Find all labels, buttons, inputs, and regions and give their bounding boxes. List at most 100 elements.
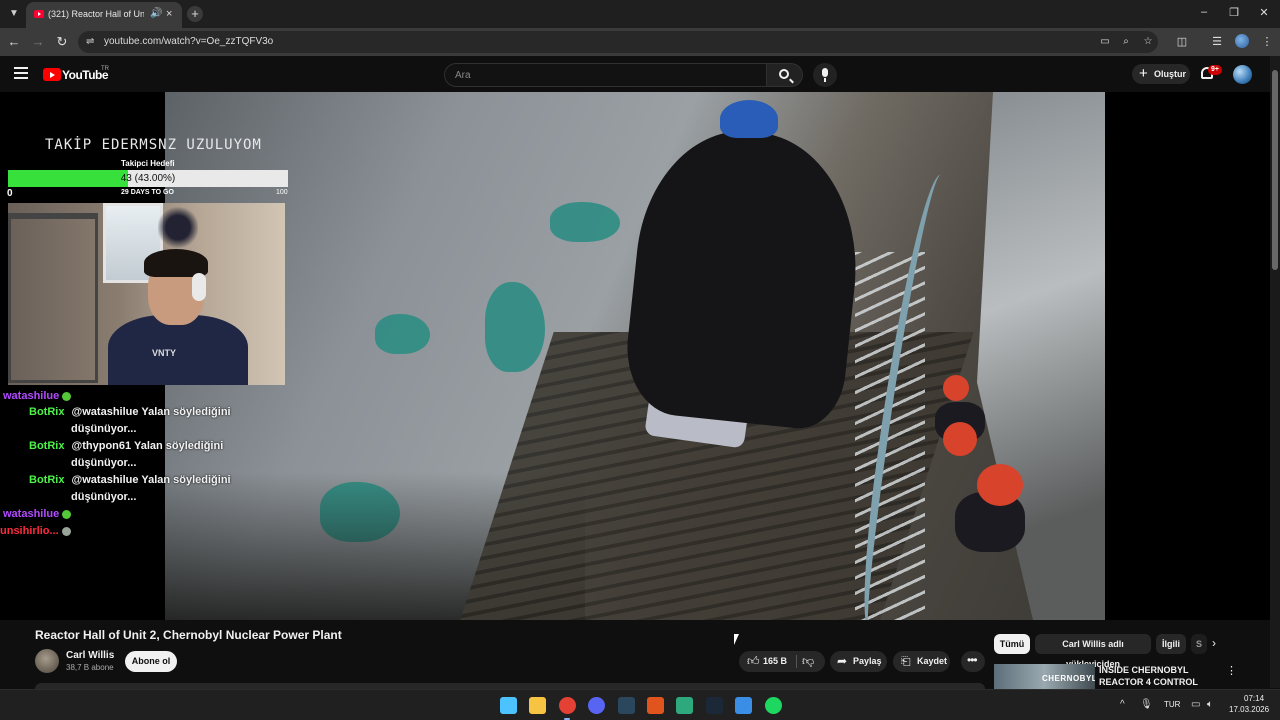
thumbs-up-icon[interactable]: 👍︎ xyxy=(747,654,760,669)
chat-text: @watashilue Yalan söylediğini xyxy=(71,474,231,486)
tab-search-chevron-icon[interactable]: ▼ xyxy=(6,6,22,22)
tray-chevron-icon[interactable]: ^ xyxy=(1120,699,1125,710)
bookmark-star-icon[interactable]: ☆ xyxy=(1141,36,1155,47)
streamer-body xyxy=(108,315,248,385)
voice-search-button[interactable] xyxy=(813,63,837,87)
worker-figure xyxy=(620,121,870,433)
chat-username: BotRix xyxy=(29,440,65,452)
steam-icon-2[interactable] xyxy=(705,697,723,714)
cursor-app-icon[interactable] xyxy=(676,697,694,714)
forward-button[interactable]: → xyxy=(30,34,46,50)
chat-message: watashilue xyxy=(3,506,72,523)
red-helmet xyxy=(943,422,977,456)
chrome-icon[interactable] xyxy=(558,697,576,714)
minimize-button[interactable]: – xyxy=(1196,6,1212,18)
like-divider xyxy=(796,655,797,668)
page-scrollbar-thumb[interactable] xyxy=(1272,70,1278,270)
maximize-button[interactable]: ❐ xyxy=(1226,6,1242,19)
input-language[interactable]: TUR xyxy=(1164,700,1180,709)
recommendation-thumbnail[interactable]: CHERNOBYL xyxy=(994,664,1095,689)
emote-icon xyxy=(62,391,72,401)
share-button[interactable]: ➦ Paylaş xyxy=(830,651,887,672)
zoom-icon[interactable]: ⌕ xyxy=(1119,36,1133,47)
bunk-bed xyxy=(8,213,98,383)
create-button[interactable]: + Oluştur xyxy=(1132,64,1190,84)
youtube-logo-icon[interactable] xyxy=(43,68,61,81)
chat-text-cont: düşünüyor... xyxy=(71,491,137,503)
chip-more[interactable]: S xyxy=(1191,634,1207,654)
like-count[interactable]: 165 B xyxy=(763,656,787,666)
chip-from-uploader[interactable]: Carl Willis adlı yükleyiciden xyxy=(1035,634,1151,669)
save-button[interactable]: ⎗ Kaydet xyxy=(893,651,950,672)
channel-avatar[interactable] xyxy=(35,649,59,673)
chevron-right-icon[interactable]: › xyxy=(1212,636,1216,650)
chip-related[interactable]: İlgili xyxy=(1156,634,1186,654)
search-box[interactable] xyxy=(444,63,767,87)
app-icon[interactable] xyxy=(647,697,664,714)
close-window-button[interactable]: ✕ xyxy=(1256,6,1272,19)
account-avatar[interactable] xyxy=(1233,65,1252,84)
volume-icon[interactable]: 🔈︎ xyxy=(1207,699,1213,710)
share-arrow-icon: ➦ xyxy=(837,654,848,668)
country-code: TR xyxy=(101,66,109,72)
hamburger-menu-icon[interactable] xyxy=(14,67,28,79)
display-icon[interactable]: ▭ xyxy=(1191,699,1200,710)
chat-text-cont: düşünüyor... xyxy=(71,457,137,469)
windows-start-icon[interactable] xyxy=(500,697,517,714)
file-explorer-icon[interactable] xyxy=(529,697,547,714)
red-helmet xyxy=(977,464,1023,506)
channel-name[interactable]: Carl Willis xyxy=(66,650,114,661)
omnibox[interactable]: ⇌ youtube.com/watch?v=Oe_zzTQFV3o ▭ ⌕ ☆ xyxy=(78,31,1158,53)
back-button[interactable]: ← xyxy=(6,34,22,50)
chip-all[interactable]: Tümü xyxy=(994,634,1030,654)
subscribe-button[interactable]: Abone ol xyxy=(125,651,177,672)
create-label: Oluştur xyxy=(1154,69,1187,79)
microphone-tray-icon[interactable]: 🎙 xyxy=(1140,699,1153,710)
discord-icon[interactable] xyxy=(588,697,606,714)
goal-min: 0 xyxy=(7,188,13,199)
extensions-icon[interactable]: ◫ xyxy=(1175,35,1189,48)
install-app-icon[interactable]: ▭ xyxy=(1098,36,1112,47)
url-text[interactable]: youtube.com/watch?v=Oe_zzTQFV3o xyxy=(104,36,273,47)
chat-text: @watashilue Yalan söylediğini xyxy=(71,406,231,418)
headphones xyxy=(192,273,206,301)
subscriber-count: 38,7 B abone xyxy=(66,663,114,672)
windows-taskbar: ^ 🎙 TUR ▭ 🔈︎ 07:14 17.03.2026 xyxy=(0,689,1280,720)
browser-tab[interactable]: (321) Reactor Hall of Unit 2, Chernobyl … xyxy=(26,2,182,28)
clock-time[interactable]: 07:14 xyxy=(1244,694,1264,703)
goal-days-left: 29 DAYS TO GO xyxy=(121,189,174,196)
spotify-icon[interactable] xyxy=(764,697,782,714)
steam-icon[interactable] xyxy=(617,697,635,714)
goal-max: 100 xyxy=(276,189,288,196)
site-info-icon[interactable]: ⇌ xyxy=(86,36,94,47)
plant xyxy=(158,205,198,250)
browser-menu-icon[interactable]: ⋮ xyxy=(1260,35,1274,48)
media-controls-icon[interactable]: ☰ xyxy=(1210,35,1224,48)
chat-message: BotRix @thypon61 Yalan söylediğini xyxy=(29,438,223,455)
chat-username: watashilue xyxy=(3,508,60,520)
video-title: Reactor Hall of Unit 2, Chernobyl Nuclea… xyxy=(35,628,342,642)
reload-button[interactable]: ↻ xyxy=(54,34,70,50)
microphone-icon xyxy=(822,68,828,82)
plus-icon: + xyxy=(1139,65,1148,82)
search-icon xyxy=(779,69,789,79)
search-input[interactable] xyxy=(455,68,755,83)
blue-helmet xyxy=(720,100,778,138)
recommendation-menu-icon[interactable]: ⋮ xyxy=(1226,664,1237,677)
thumbs-down-icon[interactable]: 👎︎ xyxy=(802,654,814,669)
address-bar-row: ← → ↻ ⇌ youtube.com/watch?v=Oe_zzTQFV3o … xyxy=(0,28,1280,56)
follower-goal-progress: 43 (43.00%) xyxy=(120,173,176,184)
speaker-icon[interactable]: 🔊 xyxy=(150,8,162,19)
clock-date[interactable]: 17.03.2026 xyxy=(1229,705,1269,714)
browser-profile-avatar[interactable] xyxy=(1235,34,1249,48)
video-frame[interactable] xyxy=(165,92,1105,620)
search-button[interactable] xyxy=(767,63,803,87)
overlay-title: TAKİP EDERMSNZ UZULUYOM xyxy=(45,137,262,153)
tab-close-icon[interactable]: × xyxy=(166,8,172,20)
new-tab-button[interactable]: + xyxy=(187,6,203,22)
more-actions-button[interactable]: ••• xyxy=(961,651,985,672)
bookmark-icon: ⎗ xyxy=(901,654,911,668)
tab-title: (321) Reactor Hall of Unit 2, Chernobyl … xyxy=(48,9,144,19)
chat-message: BotRix @watashilue Yalan söylediğini xyxy=(29,404,231,421)
settings-app-icon[interactable] xyxy=(735,697,753,714)
